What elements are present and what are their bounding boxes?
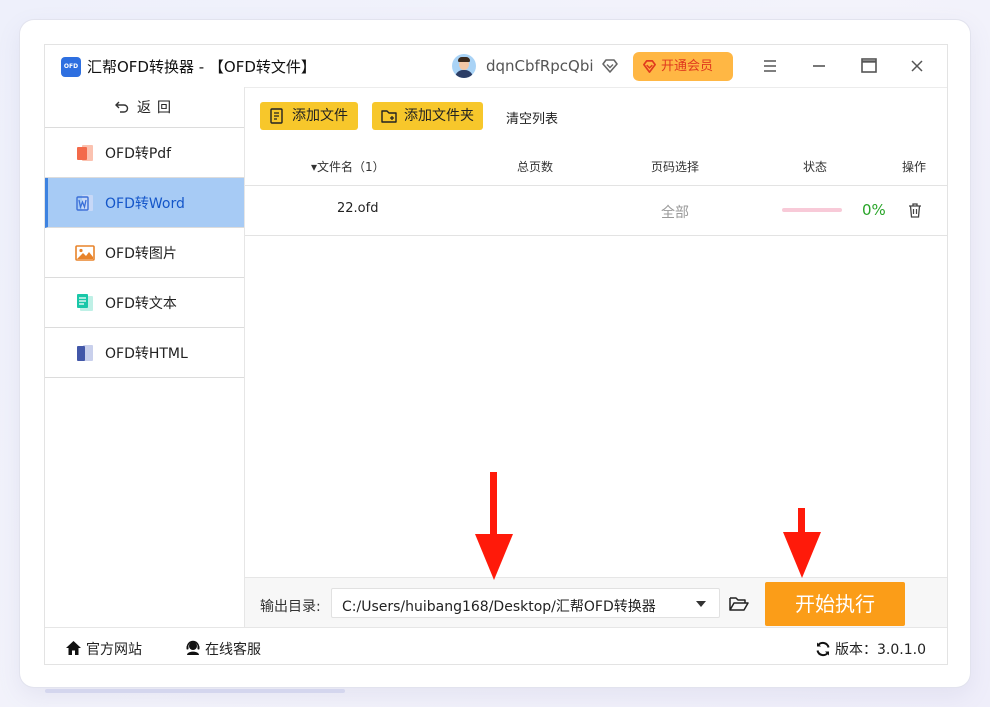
back-arrow-icon [115,101,129,113]
gem-icon [643,60,656,73]
app-title: 汇帮OFD转换器 - 【OFD转文件】 [87,58,316,76]
clear-list-button[interactable]: 清空列表 [506,108,558,127]
minimize-icon[interactable] [807,55,831,77]
app-logo-icon: OFD [61,57,81,77]
menu-icon[interactable] [758,55,782,77]
table-row: 22.ofd 全部 0% [245,186,947,236]
file-name-cell: 22.ofd [337,201,379,216]
maximize-icon[interactable] [857,55,881,77]
sidebar-item-label: OFD转Pdf [105,146,172,162]
sidebar: 返回 OFD转Pdf OFD转Word OFD转图片 OFD转文本 OFD转HT… [45,87,245,627]
refresh-icon [816,641,830,657]
username[interactable]: dqnCbfRpcQbi [486,57,594,75]
toolbar: 添加文件 添加文件夹 清空列表 [245,87,947,145]
add-file-label: 添加文件 [292,108,348,124]
close-icon[interactable] [905,55,929,77]
back-button[interactable]: 返回 [45,87,244,128]
vip-label: 开通会员 [661,59,714,74]
delete-icon[interactable] [907,202,923,218]
table-header: ▾文件名（1） 总页数 页码选择 状态 操作 [245,145,947,186]
official-site-link[interactable]: 官方网站 [65,638,142,659]
html-icon [77,345,93,361]
sidebar-item-ofd-to-pdf[interactable]: OFD转Pdf [45,128,244,178]
decorative-stripe [45,689,345,693]
column-header-page-range: 页码选择 [651,160,700,174]
text-file-icon [77,294,93,311]
pdf-icon [77,145,93,161]
image-icon [75,245,95,261]
status-bar: 官方网站 在线客服 版本：3.0.1.0 [45,627,947,664]
sidebar-item-ofd-to-word[interactable]: OFD转Word [45,178,244,228]
title-bar: OFD 汇帮OFD转换器 - 【OFD转文件】 dqnCbfRpcQbi 开通会… [45,45,947,88]
word-icon [76,195,93,211]
annotation-arrow-output [475,472,513,580]
chevron-down-icon [696,601,706,607]
progress-bar [782,208,842,212]
output-dir-label: 输出目录: [260,599,321,615]
version-info[interactable]: 版本：3.0.1.0 [815,638,926,659]
sidebar-item-label: OFD转HTML [105,346,188,362]
online-service-link[interactable]: 在线客服 [185,638,261,659]
column-header-action: 操作 [902,160,927,174]
official-site-label: 官方网站 [86,642,142,658]
output-bar: 输出目录: C:/Users/huibang168/Desktop/汇帮OFD转… [245,577,947,628]
main-panel: 添加文件 添加文件夹 清空列表 ▾文件名（1） 总页数 页码选择 状态 操作 2… [245,87,947,577]
sidebar-item-label: OFD转Word [105,196,185,212]
add-folder-icon [381,110,397,123]
column-header-filename[interactable]: ▾文件名（1） [311,158,385,175]
add-folder-button[interactable]: 添加文件夹 [372,102,483,130]
headset-icon [186,640,200,655]
sidebar-item-ofd-to-text[interactable]: OFD转文本 [45,278,244,328]
diamond-icon[interactable] [601,57,619,75]
vip-button[interactable]: 开通会员 [633,52,733,81]
start-button[interactable]: 开始执行 [765,582,905,626]
sidebar-item-ofd-to-image[interactable]: OFD转图片 [45,228,244,278]
sidebar-item-label: OFD转图片 [105,246,177,262]
sidebar-item-label: OFD转文本 [105,296,177,312]
output-dir-value: C:/Users/huibang168/Desktop/汇帮OFD转换器 [342,599,656,615]
progress-percent: 0% [862,201,886,219]
column-header-pages: 总页数 [517,160,554,174]
add-folder-label: 添加文件夹 [404,108,474,124]
output-dir-select[interactable]: C:/Users/huibang168/Desktop/汇帮OFD转换器 [331,588,720,618]
folder-open-icon[interactable] [729,595,749,613]
back-label: 返回 [137,100,177,116]
home-icon [66,641,81,655]
sidebar-item-ofd-to-html[interactable]: OFD转HTML [45,328,244,378]
add-file-button[interactable]: 添加文件 [260,102,358,130]
page-range-select[interactable]: 全部 [661,202,689,222]
add-file-icon [270,108,283,124]
version-label: 版本：3.0.1.0 [835,642,926,658]
annotation-arrow-start [783,508,821,578]
user-avatar[interactable] [452,54,476,78]
online-service-label: 在线客服 [205,642,261,658]
column-header-status: 状态 [803,160,828,174]
